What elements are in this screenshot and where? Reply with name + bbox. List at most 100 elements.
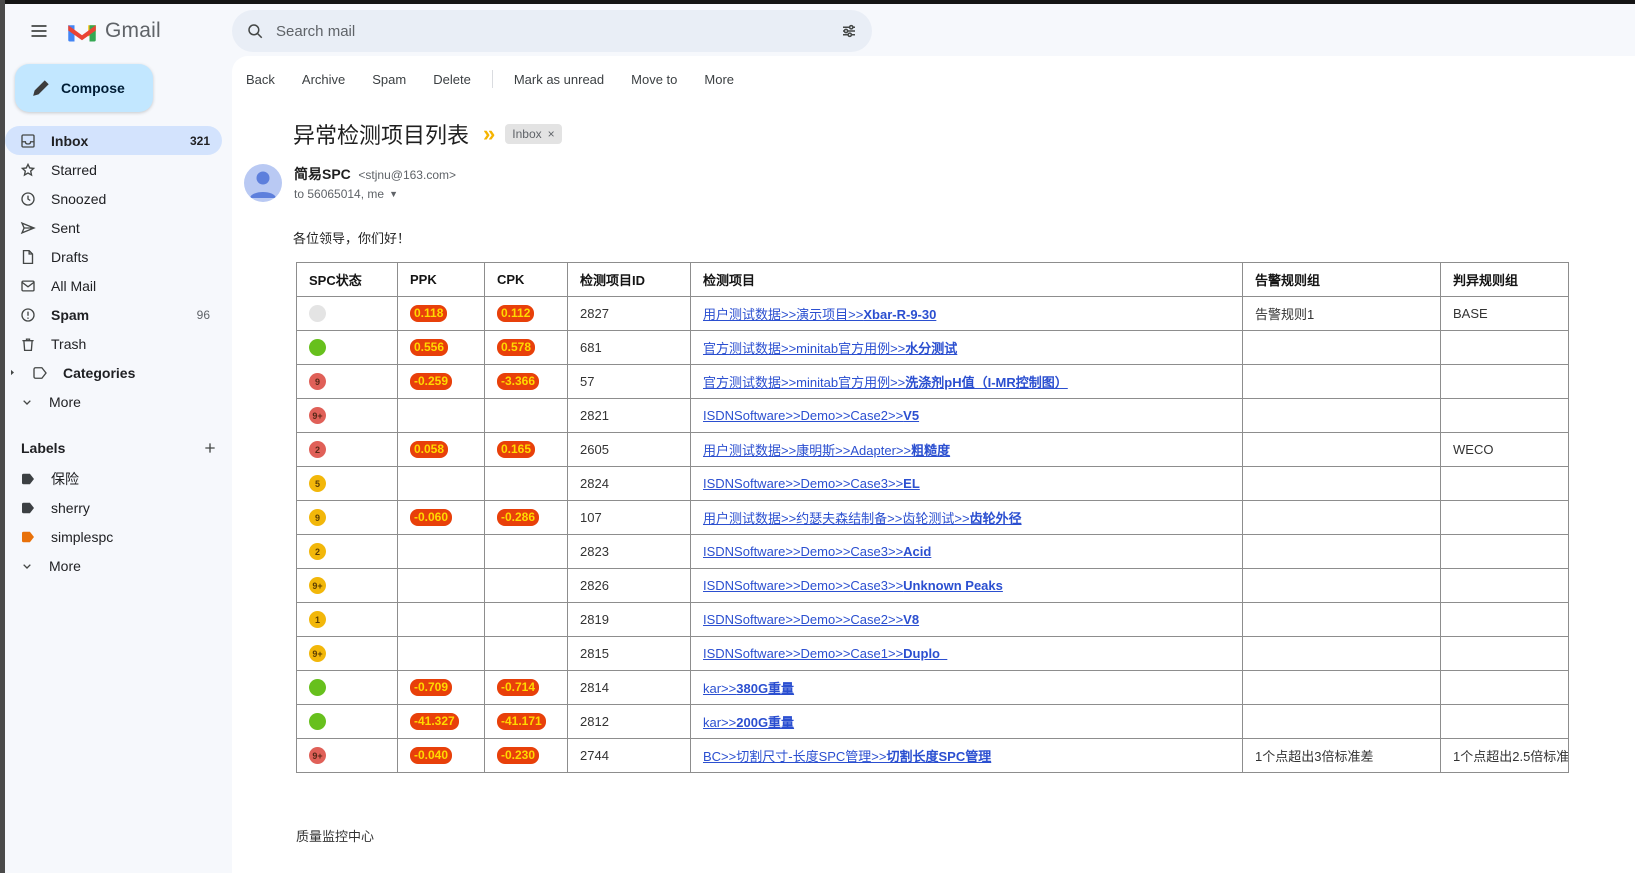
detection-item-link[interactable]: 用户测试数据>>约瑟夫森结制备>>齿轮测试>>齿轮外径 bbox=[703, 511, 1022, 526]
sidebar-item-trash[interactable]: Trash bbox=[5, 329, 222, 358]
item-name: 切割长度SPC管理 bbox=[887, 749, 992, 764]
sidebar-item-starred[interactable]: Starred bbox=[5, 155, 222, 184]
email-subject: 异常检测项目列表 bbox=[293, 118, 469, 150]
item-name: 380G重量 bbox=[736, 681, 794, 696]
spc-status-indicator: 5 bbox=[309, 475, 326, 492]
inbox-label-chip[interactable]: Inbox × bbox=[505, 124, 561, 144]
add-label-button[interactable] bbox=[202, 440, 218, 456]
toolbar-move-to-button[interactable]: Move to bbox=[631, 72, 677, 87]
sidebar-item-snoozed[interactable]: Snoozed bbox=[5, 184, 222, 213]
toolbar-archive-button[interactable]: Archive bbox=[302, 72, 345, 87]
sender-row: 简易SPC <stjnu@163.com> to 56065014, me ▼ bbox=[244, 164, 1635, 202]
detection-item-link[interactable]: ISDNSoftware>>Demo>>Case2>>V8 bbox=[703, 612, 919, 627]
sidebar-item-more[interactable]: More bbox=[5, 387, 222, 416]
cell-judge-rule: WECO bbox=[1441, 433, 1569, 467]
cell-spc-status bbox=[297, 297, 398, 331]
sidebar-label-text: sherry bbox=[51, 500, 90, 516]
detection-item-link[interactable]: ISDNSoftware>>Demo>>Case3>>EL bbox=[703, 476, 920, 491]
sidebar-label-sherry[interactable]: sherry bbox=[5, 493, 222, 522]
cell-ppk: 0.556 bbox=[398, 331, 485, 365]
sidebar-item-inbox[interactable]: Inbox321 bbox=[5, 126, 222, 155]
item-path: 官方测试数据>>minitab官方用例>> bbox=[703, 341, 905, 356]
cell-judge-rule: 1个点超出2.5倍标准差 bbox=[1441, 739, 1569, 773]
detection-item-link[interactable]: BC>>切割尺寸-长度SPC管理>>切割长度SPC管理 bbox=[703, 749, 991, 764]
item-path: 用户测试数据>>演示项目>> bbox=[703, 307, 863, 322]
detection-item-link[interactable]: ISDNSoftware>>Demo>>Case1>>Duplo_ bbox=[703, 646, 947, 661]
cell-item: ISDNSoftware>>Demo>>Case3>>Acid bbox=[691, 535, 1243, 569]
cell-item: ISDNSoftware>>Demo>>Case2>>V5 bbox=[691, 399, 1243, 433]
caret-right-icon bbox=[7, 368, 17, 377]
ppk-badge: -41.327 bbox=[410, 713, 459, 730]
cell-item-id: 2814 bbox=[568, 671, 691, 705]
detection-item-link[interactable]: ISDNSoftware>>Demo>>Case3>>Acid bbox=[703, 544, 931, 559]
topbar: Gmail bbox=[5, 4, 1635, 58]
toolbar-delete-button[interactable]: Delete bbox=[433, 72, 471, 87]
cell-item-id: 2819 bbox=[568, 603, 691, 637]
cell-item: kar>>380G重量 bbox=[691, 671, 1243, 705]
cell-ppk: 0.058 bbox=[398, 433, 485, 467]
cell-item: 用户测试数据>>约瑟夫森结制备>>齿轮测试>>齿轮外径 bbox=[691, 501, 1243, 535]
item-path: ISDNSoftware>>Demo>>Case2>> bbox=[703, 612, 903, 627]
sidebar-item-label: All Mail bbox=[51, 278, 96, 294]
cell-judge-rule bbox=[1441, 535, 1569, 569]
cell-cpk: -0.286 bbox=[485, 501, 568, 535]
hamburger-menu-button[interactable] bbox=[19, 11, 59, 51]
toolbar-mark-as-unread-button[interactable]: Mark as unread bbox=[514, 72, 604, 87]
detection-item-link[interactable]: 官方测试数据>>minitab官方用例>>水分测试 bbox=[703, 341, 957, 356]
cell-cpk bbox=[485, 535, 568, 569]
cell-item: ISDNSoftware>>Demo>>Case3>>Unknown Peaks bbox=[691, 569, 1243, 603]
detection-item-link[interactable]: kar>>200G重量 bbox=[703, 715, 794, 730]
detection-item-link[interactable]: 官方测试数据>>minitab官方用例>>洗涤剂pH值（I-MR控制图） bbox=[703, 375, 1068, 390]
cell-cpk: -41.171 bbox=[485, 705, 568, 739]
cell-spc-status: 9+ bbox=[297, 399, 398, 433]
sidebar-item-sent[interactable]: Sent bbox=[5, 213, 222, 242]
cell-alert-rule bbox=[1243, 603, 1441, 637]
sidebar-item-all-mail[interactable]: All Mail bbox=[5, 271, 222, 300]
table-row: 22823ISDNSoftware>>Demo>>Case3>>Acid bbox=[297, 535, 1569, 569]
sidebar-item-drafts[interactable]: Drafts bbox=[5, 242, 222, 271]
cell-alert-rule bbox=[1243, 399, 1441, 433]
cell-ppk bbox=[398, 399, 485, 433]
inbox-chip-text: Inbox bbox=[512, 127, 541, 141]
details-dropdown-icon[interactable]: ▼ bbox=[389, 189, 398, 199]
sidebar-label-more[interactable]: More bbox=[5, 551, 222, 580]
toolbar-more-button[interactable]: More bbox=[704, 72, 734, 87]
labels-header: Labels bbox=[21, 440, 218, 456]
detection-item-link[interactable]: 用户测试数据>>康明斯>>Adapter>>粗糙度 bbox=[703, 443, 950, 458]
cell-cpk: -0.714 bbox=[485, 671, 568, 705]
cell-cpk: 0.578 bbox=[485, 331, 568, 365]
cell-alert-rule bbox=[1243, 637, 1441, 671]
detection-item-link[interactable]: ISDNSoftware>>Demo>>Case2>>V5 bbox=[703, 408, 919, 423]
cell-judge-rule bbox=[1441, 603, 1569, 637]
sidebar-labels: 保险 sherry simplespcMore bbox=[5, 464, 232, 580]
sidebar-item-categories[interactable]: Categories bbox=[5, 358, 222, 387]
tune-icon[interactable] bbox=[840, 22, 858, 40]
search-input[interactable] bbox=[274, 22, 840, 41]
search-bar[interactable] bbox=[232, 10, 872, 52]
sidebar-item-spam[interactable]: Spam96 bbox=[5, 300, 222, 329]
table-row: -0.709-0.7142814kar>>380G重量 bbox=[297, 671, 1569, 705]
detection-item-link[interactable]: ISDNSoftware>>Demo>>Case3>>Unknown Peaks bbox=[703, 578, 1003, 593]
detection-item-link[interactable]: kar>>380G重量 bbox=[703, 681, 794, 696]
screen-bezel-top bbox=[0, 0, 1635, 4]
sidebar-label-保险[interactable]: 保险 bbox=[5, 464, 222, 493]
cell-ppk: -41.327 bbox=[398, 705, 485, 739]
toolbar-back-button[interactable]: Back bbox=[246, 72, 275, 87]
table-row: 9+2815ISDNSoftware>>Demo>>Case1>>Duplo_ bbox=[297, 637, 1569, 671]
email-greeting: 各位领导，你们好！ bbox=[293, 228, 1635, 247]
chip-close-icon[interactable]: × bbox=[548, 127, 555, 141]
detection-item-link[interactable]: 用户测试数据>>演示项目>>Xbar-R-9-30 bbox=[703, 307, 936, 322]
spam-icon bbox=[19, 306, 37, 324]
table-row: 9-0.060-0.286107用户测试数据>>约瑟夫森结制备>>齿轮测试>>齿… bbox=[297, 501, 1569, 535]
sender-avatar[interactable] bbox=[244, 164, 282, 202]
cell-judge-rule bbox=[1441, 365, 1569, 399]
cell-spc-status bbox=[297, 331, 398, 365]
sidebar-item-label: Categories bbox=[63, 365, 135, 381]
toolbar-spam-button[interactable]: Spam bbox=[372, 72, 406, 87]
cell-ppk: -0.040 bbox=[398, 739, 485, 773]
sidebar-item-label: Snoozed bbox=[51, 191, 106, 207]
item-path: ISDNSoftware>>Demo>>Case3>> bbox=[703, 578, 903, 593]
compose-button[interactable]: Compose bbox=[15, 64, 153, 112]
sidebar-label-simplespc[interactable]: simplespc bbox=[5, 522, 222, 551]
cell-spc-status: 9+ bbox=[297, 637, 398, 671]
